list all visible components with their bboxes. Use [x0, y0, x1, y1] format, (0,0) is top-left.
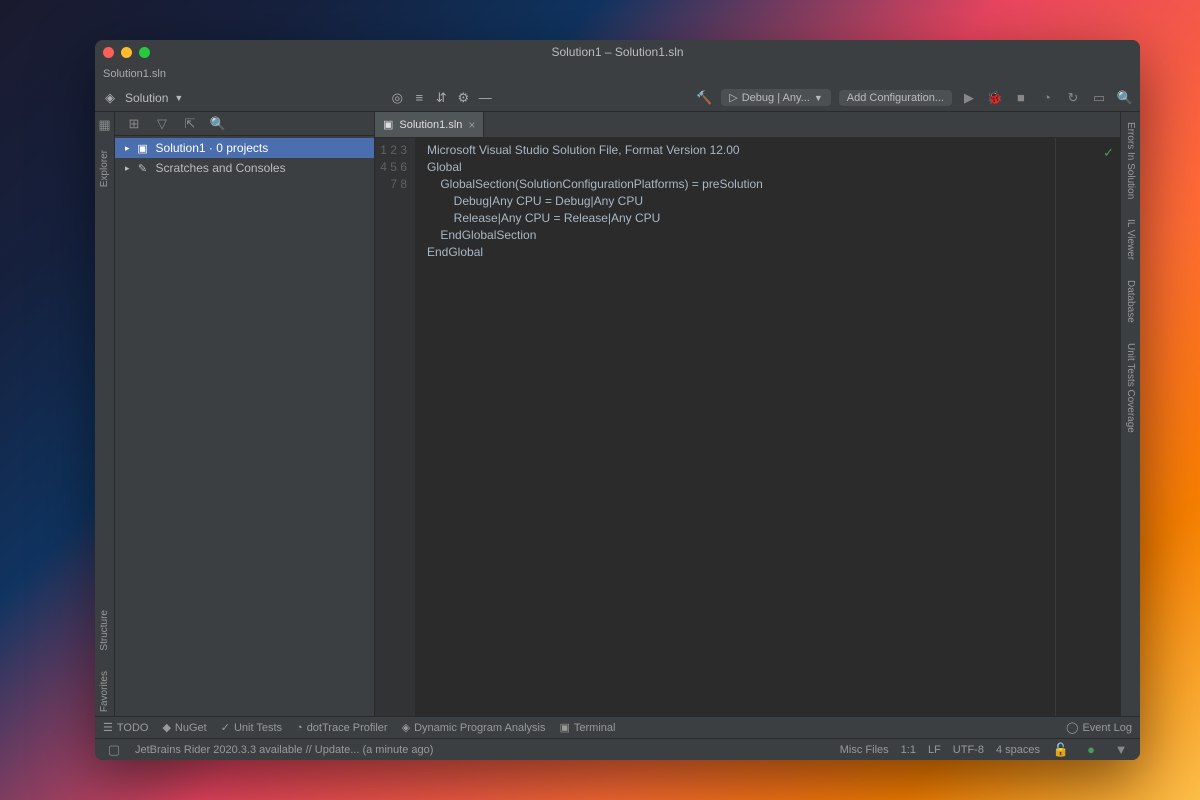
dottrace-tool-button[interactable]: ◔ dotTrace Profiler	[296, 722, 388, 734]
target-icon[interactable]: ◎	[388, 89, 406, 107]
chevron-down-icon[interactable]: ▼	[174, 93, 183, 103]
structure-tool-button[interactable]: Structure	[99, 606, 110, 655]
window-controls	[103, 47, 150, 58]
editor-area: ▣ Solution1.sln × 1 2 3 4 5 6 7 8 Micros…	[375, 112, 1120, 716]
editor-tab-label: Solution1.sln	[399, 119, 462, 131]
chevron-right-icon: ▸	[125, 163, 130, 174]
close-icon[interactable]: ×	[468, 118, 475, 132]
window-title: Solution1 – Solution1.sln	[95, 45, 1140, 59]
bottom-toolbar: ☰ TODO ◆ NuGet ✓ Unit Tests ◔ dotTrace P…	[95, 716, 1140, 738]
errors-tool-button[interactable]: Errors In Solution	[1125, 118, 1136, 203]
solution-icon: ◈	[101, 89, 119, 107]
collapse-icon[interactable]: ⇵	[432, 89, 450, 107]
main-body: ▦ Explorer Structure Favorites ⊞ ▽ ⇱ 🔍 ▸…	[95, 112, 1140, 716]
gear-icon[interactable]: ⚙	[454, 89, 472, 107]
status-update-message[interactable]: JetBrains Rider 2020.3.3 available // Up…	[135, 744, 433, 756]
run-config-label: Debug | Any...	[742, 92, 810, 104]
breadcrumb-file[interactable]: Solution1.sln	[103, 68, 166, 80]
status-encoding[interactable]: UTF-8	[953, 744, 984, 756]
left-tool-gutter: ▦ Explorer Structure Favorites	[95, 112, 115, 716]
solution-file-icon: ▣	[136, 141, 150, 155]
search-icon[interactable]: 🔍	[209, 115, 227, 133]
tool-window-toggle-icon[interactable]: ▢	[105, 741, 123, 759]
main-toolbar: ◈ Solution ▼ ◎ ≡ ⇵ ⚙ — 🔨 ▷ Debug | Any..…	[95, 84, 1140, 112]
expand-all-icon[interactable]: ⊞	[125, 115, 143, 133]
show-all-icon[interactable]: ▽	[153, 115, 171, 133]
explorer-tool-button[interactable]: Explorer	[99, 146, 110, 191]
line-numbers: 1 2 3 4 5 6 7 8	[375, 138, 415, 716]
scratch-icon: ✎	[136, 161, 150, 175]
debug-icon[interactable]: 🐞	[986, 89, 1004, 107]
dpa-tool-button[interactable]: ◈ Dynamic Program Analysis	[402, 721, 546, 734]
file-icon: ▣	[383, 118, 393, 131]
minimize-window-icon[interactable]	[121, 47, 132, 58]
status-bar: ▢ JetBrains Rider 2020.3.3 available // …	[95, 738, 1140, 760]
editor-tabs: ▣ Solution1.sln ×	[375, 112, 1120, 138]
favorites-tool-button[interactable]: Favorites	[99, 667, 110, 716]
add-config-label: Add Configuration...	[847, 92, 944, 104]
explorer-panel: ⊞ ▽ ⇱ 🔍 ▸ ▣ Solution1 · 0 projects ▸ ✎ S…	[115, 112, 375, 716]
status-misc-files[interactable]: Misc Files	[840, 744, 889, 756]
tree-item-scratches[interactable]: ▸ ✎ Scratches and Consoles	[115, 158, 374, 178]
status-indent[interactable]: 4 spaces	[996, 744, 1040, 756]
sync-icon[interactable]: ↻	[1064, 89, 1082, 107]
right-margin-ruler	[1055, 138, 1056, 716]
memory-indicator-icon[interactable]: ▼	[1112, 741, 1130, 759]
maximize-window-icon[interactable]	[139, 47, 150, 58]
nuget-tool-button[interactable]: ◆ NuGet	[162, 721, 206, 734]
tree-item-solution[interactable]: ▸ ▣ Solution1 · 0 projects	[115, 138, 374, 158]
hammer-build-icon[interactable]: 🔨	[695, 89, 713, 107]
profile-icon[interactable]: ◔	[1038, 89, 1056, 107]
breadcrumb-bar: Solution1.sln	[95, 64, 1140, 84]
ide-window: Solution1 – Solution1.sln Solution1.sln …	[95, 40, 1140, 760]
explorer-toolbar: ⊞ ▽ ⇱ 🔍	[115, 112, 374, 136]
add-config-button[interactable]: Add Configuration...	[839, 90, 952, 106]
scroll-from-icon[interactable]: ⇱	[181, 115, 199, 133]
tree-item-label: Solution1 · 0 projects	[156, 141, 269, 155]
run-config-selector[interactable]: ▷ Debug | Any... ▼	[721, 89, 830, 106]
il-viewer-tool-button[interactable]: IL Viewer	[1125, 215, 1136, 264]
status-line-ending[interactable]: LF	[928, 744, 941, 756]
run-icon[interactable]: ▶	[960, 89, 978, 107]
database-tool-button[interactable]: Database	[1125, 276, 1136, 327]
tree-item-label: Scratches and Consoles	[156, 161, 286, 175]
project-icon[interactable]: ▦	[96, 116, 114, 134]
stop-icon[interactable]: ■	[1012, 89, 1030, 107]
filter-icon[interactable]: ≡	[410, 89, 428, 107]
terminal-tool-button[interactable]: ▣ Terminal	[560, 721, 616, 734]
editor-tab[interactable]: ▣ Solution1.sln ×	[375, 112, 484, 137]
solution-selector[interactable]: Solution	[125, 91, 168, 105]
chevron-down-icon: ▼	[814, 93, 823, 103]
run-config-icon: ▷	[729, 91, 737, 104]
status-caret-position[interactable]: 1:1	[901, 744, 916, 756]
solution-tree: ▸ ▣ Solution1 · 0 projects ▸ ✎ Scratches…	[115, 136, 374, 716]
unit-tests-tool-button[interactable]: ✓ Unit Tests	[221, 721, 282, 734]
readonly-lock-icon[interactable]: 🔓	[1052, 741, 1070, 759]
close-window-icon[interactable]	[103, 47, 114, 58]
chevron-right-icon: ▸	[125, 143, 130, 154]
todo-tool-button[interactable]: ☰ TODO	[103, 721, 148, 734]
hide-icon[interactable]: —	[476, 89, 494, 107]
status-ok-icon[interactable]: ●	[1082, 741, 1100, 759]
inspection-ok-icon[interactable]: ✓	[1103, 144, 1114, 161]
code-editor[interactable]: 1 2 3 4 5 6 7 8 Microsoft Visual Studio …	[375, 138, 1120, 716]
window-layout-icon[interactable]: ▭	[1090, 89, 1108, 107]
unit-tests-coverage-tool-button[interactable]: Unit Tests Coverage	[1125, 339, 1136, 437]
search-icon[interactable]: 🔍	[1116, 89, 1134, 107]
titlebar: Solution1 – Solution1.sln	[95, 40, 1140, 64]
right-tool-gutter: Errors In Solution IL Viewer Database Un…	[1120, 112, 1140, 716]
code-content[interactable]: Microsoft Visual Studio Solution File, F…	[415, 138, 1120, 716]
event-log-button[interactable]: ◯ Event Log	[1066, 721, 1132, 734]
